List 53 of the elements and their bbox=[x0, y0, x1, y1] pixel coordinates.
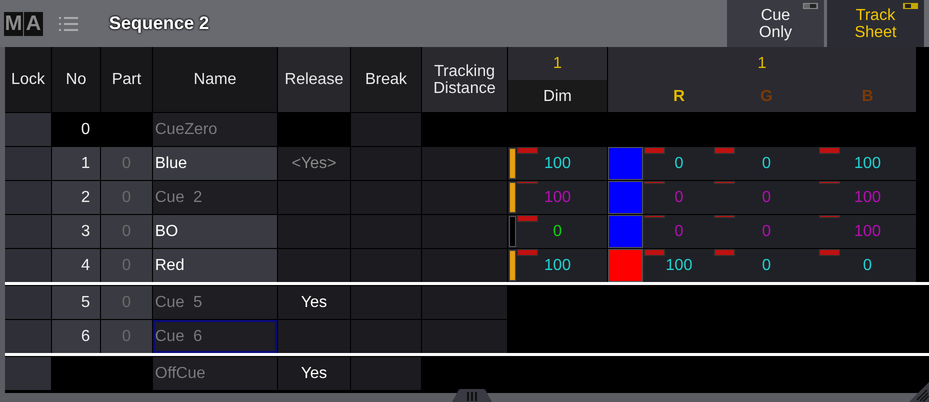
attribute-header: B bbox=[862, 88, 874, 104]
attribute-value: 100 bbox=[666, 256, 692, 276]
table-cell: Yes bbox=[278, 357, 350, 390]
table-cell: 3 bbox=[52, 215, 100, 248]
attribute-value: 0 bbox=[674, 188, 684, 208]
attribute-value: 0 bbox=[762, 222, 771, 242]
column-header[interactable]: Part bbox=[101, 47, 152, 112]
attribute-value: 100 bbox=[544, 256, 571, 276]
cue-name: BO bbox=[153, 215, 277, 248]
resize-grip-icon[interactable] bbox=[909, 382, 929, 402]
scroll-handle[interactable] bbox=[452, 389, 492, 402]
attribute-value: 100 bbox=[544, 188, 571, 208]
table-cell: 4 bbox=[52, 249, 100, 282]
mode-button[interactable]: Cue Only bbox=[727, 0, 824, 47]
attribute-value: 0 bbox=[762, 256, 771, 276]
table-cell: 2 bbox=[52, 181, 100, 214]
mode-button[interactable]: Track Sheet bbox=[827, 0, 924, 47]
cue-name: Cue 5 bbox=[153, 286, 277, 319]
attribute-header: Dim bbox=[508, 80, 607, 112]
table-cell: Yes bbox=[278, 286, 350, 319]
window-title: Sequence 2 bbox=[109, 12, 210, 35]
attribute-value: 100 bbox=[544, 154, 571, 174]
column-header[interactable]: Name bbox=[153, 47, 277, 112]
logo-letter: A bbox=[24, 12, 43, 36]
attribute-header: G bbox=[760, 88, 773, 104]
cue-name: CueZero bbox=[153, 113, 277, 146]
attribute-value: 0 bbox=[553, 222, 562, 242]
attribute-value: 0 bbox=[863, 256, 872, 276]
cue-name: Cue 6 bbox=[153, 320, 277, 353]
table-cell: 5 bbox=[52, 286, 100, 319]
cue-name: OffCue bbox=[153, 357, 277, 390]
attribute-value: 100 bbox=[854, 154, 881, 174]
fixture-number: 1 bbox=[508, 47, 607, 80]
attribute-value: 0 bbox=[762, 188, 771, 208]
column-header[interactable]: Tracking Distance bbox=[422, 47, 507, 112]
column-header[interactable]: No bbox=[52, 47, 100, 112]
menu-icon[interactable] bbox=[59, 16, 79, 32]
column-header[interactable]: Lock bbox=[5, 47, 51, 112]
column-header[interactable]: Break bbox=[351, 47, 421, 112]
column-header[interactable]: Release bbox=[278, 47, 350, 112]
cue-name: Cue 2 bbox=[153, 181, 277, 214]
table-cell: 1 bbox=[52, 147, 100, 180]
table-cell: 6 bbox=[52, 320, 100, 353]
attribute-value: 100 bbox=[854, 188, 881, 208]
logo-letter: M bbox=[4, 12, 23, 36]
attribute-value: 100 bbox=[854, 222, 881, 242]
attribute-header: R bbox=[673, 88, 685, 104]
cue-name: Blue bbox=[153, 147, 277, 180]
cue-name: Red bbox=[153, 249, 277, 282]
attribute-value: 0 bbox=[674, 154, 684, 174]
attribute-value: 0 bbox=[762, 154, 771, 174]
table-cell: <Yes> bbox=[278, 147, 350, 180]
attribute-value: 0 bbox=[674, 222, 684, 242]
